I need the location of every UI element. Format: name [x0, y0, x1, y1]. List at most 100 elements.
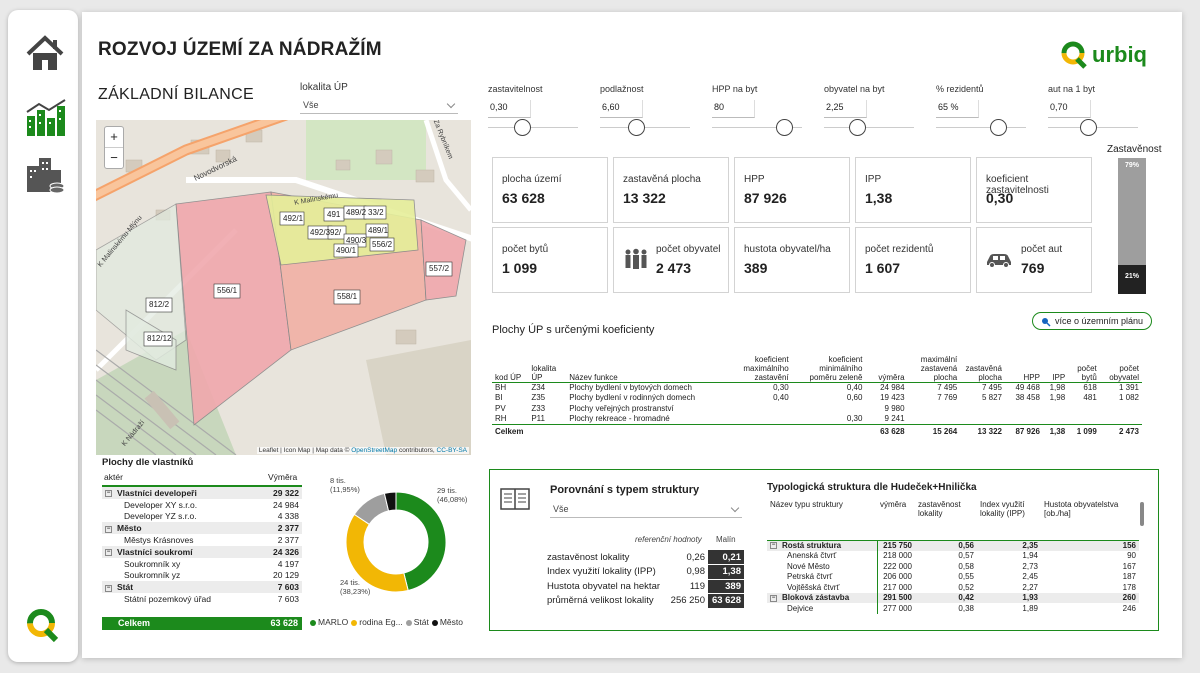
parcel-label[interactable]: 92/ — [330, 228, 341, 237]
comparison-value: 0,21 — [708, 550, 744, 565]
slider-knob-aut-na-byt[interactable] — [1080, 119, 1097, 136]
ownership-row[interactable]: Soukromník xy 4 197 — [102, 558, 302, 570]
ownership-label-cell: − Vlastníci developeři — [102, 487, 258, 499]
param-input-aut-na-byt[interactable]: 0,70 — [1048, 100, 1091, 118]
param-input-rezidentu[interactable]: 65 % — [936, 100, 979, 118]
typology-row[interactable]: Nové Město 222 000 0,58 2,73 167 — [767, 561, 1139, 572]
plan-table-cell — [1068, 403, 1100, 414]
ownership-group-row[interactable]: − Stát 7 603 — [102, 581, 302, 594]
ownership-label-cell: Státní pozemkový úřad — [102, 593, 258, 605]
plan-table-row[interactable]: PV Z33 Plochy veřejných prostranství 9 980 — [492, 403, 1142, 414]
ownership-row[interactable]: Státní pozemkový úřad 7 603 — [102, 593, 302, 605]
parcel-label[interactable]: 812/2 — [149, 300, 169, 309]
plan-table-row[interactable]: BI Z35 Plochy bydlení v rodinných domech 0,… — [492, 393, 1142, 404]
typology-group-row[interactable]: − Rostá struktura 215 750 0,56 2,35 156 — [767, 540, 1139, 551]
slider-knob-zastavitelnost[interactable] — [514, 119, 531, 136]
zoom-out-button[interactable]: − — [105, 147, 123, 168]
typology-cell: 0,58 — [958, 561, 974, 571]
plan-table-row[interactable]: BH Z34 Plochy bydlení v bytových domech 0,3… — [492, 382, 1142, 393]
collapse-toggle-icon[interactable]: − — [105, 584, 112, 592]
comparison-col-ref: referenční hodnoty — [635, 535, 702, 544]
attribution-license-link[interactable]: CC-BY-SA — [437, 447, 467, 454]
typology-cell: 0,56 — [958, 541, 974, 550]
plan-table-row[interactable]: RH P11 Plochy rekreace - hromadné 0,30 9 241 — [492, 414, 1142, 425]
typology-cell: 277 000 — [883, 603, 912, 613]
ownership-group-row[interactable]: − Vlastníci developeři 29 322 — [102, 487, 302, 499]
slider-knob-rezidentu[interactable] — [990, 119, 1007, 136]
comparison-row: zastavěnost lokality 0,26 0,21 — [544, 550, 744, 565]
parcel-label[interactable]: 489/1 — [368, 226, 388, 235]
typology-cell: 167 — [1122, 561, 1136, 571]
plan-table-cell — [1043, 403, 1068, 414]
comparison-value: 63 628 — [708, 593, 744, 609]
donut-label-2: 24 tis. (38,23%) — [340, 578, 370, 596]
legend-item[interactable]: rodina Eg... — [351, 617, 403, 627]
donut-label-1: 29 tis. (46,08%) — [437, 486, 467, 504]
collapse-toggle-icon[interactable]: − — [105, 490, 112, 498]
parcel-label[interactable]: 490/3 — [346, 236, 366, 245]
ownership-row[interactable]: Developer YZ s.r.o. 4 338 — [102, 511, 302, 523]
typology-cell: 260 — [1122, 593, 1136, 603]
param-input-hpp-na-byt[interactable]: 80 — [712, 100, 755, 118]
ownership-group-row[interactable]: − Vlastníci soukromí 24 326 — [102, 545, 302, 558]
slider-knob-obyvatel-na-byt[interactable] — [849, 119, 866, 136]
param-input-obyvatel-na-byt[interactable]: 2,25 — [824, 100, 867, 118]
parcel-label[interactable]: 489/2 — [346, 208, 366, 217]
ownership-row[interactable]: Soukromník yz 20 129 — [102, 570, 302, 582]
typology-cell: 1,89 — [1022, 603, 1038, 613]
typology-cell: 90 — [1127, 551, 1136, 561]
typology-row[interactable]: Petrská čtvrť 206 000 0,55 2,45 187 — [767, 571, 1139, 582]
typology-row[interactable]: Anenská čtvrť 218 000 0,57 1,94 90 — [767, 550, 1139, 561]
slider-knob-podlaznost[interactable] — [628, 119, 645, 136]
ownership-value: 7 603 — [277, 594, 299, 605]
ownership-group-row[interactable]: − Město 2 377 — [102, 522, 302, 535]
kpi-label: zastavěná plocha — [623, 174, 701, 185]
legend-label: rodina Eg... — [359, 617, 403, 627]
parcel-label[interactable]: 490/1 — [336, 246, 356, 255]
typology-group-row[interactable]: − Bloková zástavba 291 500 0,42 1,93 260 — [767, 592, 1139, 603]
collapse-toggle-icon[interactable]: − — [105, 549, 112, 557]
param-input-podlaznost[interactable]: 6,60 — [600, 100, 643, 118]
collapse-toggle-icon[interactable]: − — [770, 542, 777, 550]
locality-filter-select[interactable]: Vše — [300, 98, 458, 114]
typology-row[interactable]: Vojtěšská čtvrť 217 000 0,52 2,27 178 — [767, 582, 1139, 593]
parcel-label[interactable]: 556/1 — [217, 286, 237, 295]
legend-item[interactable]: Stát — [405, 617, 429, 627]
plan-table-cell — [792, 403, 866, 414]
typology-cell: 0,52 — [958, 582, 974, 592]
collapse-toggle-icon[interactable]: − — [105, 525, 112, 533]
parcel-label[interactable]: 557/2 — [429, 264, 449, 273]
parcel-label[interactable]: 491 — [327, 210, 340, 219]
home-icon[interactable] — [25, 34, 65, 74]
plan-table-total-cell — [792, 424, 866, 438]
typology-cell: 215 750 — [883, 541, 912, 550]
legend-item[interactable]: MARLO — [310, 617, 348, 627]
comparison-select[interactable]: Vše — [550, 502, 742, 518]
parcel-label[interactable]: 558/1 — [337, 292, 357, 301]
map-view[interactable]: 556/1 558/1 557/2 812/2 812/12 492/1 491… — [96, 120, 471, 455]
zoom-in-button[interactable]: + — [105, 127, 123, 147]
buildings-coins-icon[interactable] — [25, 156, 65, 194]
typology-scrollbar[interactable] — [1140, 502, 1144, 526]
statistics-city-icon[interactable] — [25, 98, 67, 138]
kpi-value: 1 099 — [502, 260, 538, 276]
attribution-osm-link[interactable]: OpenStreetMap — [351, 447, 397, 454]
parcel-label[interactable]: 492/3 — [310, 228, 330, 237]
locality-filter-value: Vše — [303, 100, 319, 110]
parcel-label[interactable]: 492/1 — [283, 214, 303, 223]
typology-cell: 222 000 — [883, 561, 912, 571]
collapse-toggle-icon[interactable]: − — [770, 594, 777, 602]
more-about-plan-button[interactable]: více o územním plánu — [1032, 312, 1153, 330]
map-zoom-control: + − — [104, 126, 124, 169]
parcel-label[interactable]: 812/12 — [147, 334, 171, 343]
param-input-zastavitelnost[interactable]: 0,30 — [488, 100, 531, 118]
ownership-row[interactable]: Developer XY s.r.o. 24 984 — [102, 499, 302, 511]
slider-knob-hpp-na-byt[interactable] — [776, 119, 793, 136]
parcel-label[interactable]: 33/2 — [368, 208, 384, 217]
parcel-label[interactable]: 556/2 — [372, 240, 392, 249]
urbiq-logo-icon[interactable] — [24, 606, 62, 644]
legend-item[interactable]: Město — [431, 617, 463, 627]
plan-table-total-cell: 13 322 — [977, 426, 1002, 436]
ownership-row[interactable]: Městys Krásnoves 2 377 — [102, 534, 302, 546]
typology-row[interactable]: Dejvice 277 000 0,38 1,89 246 — [767, 603, 1139, 614]
